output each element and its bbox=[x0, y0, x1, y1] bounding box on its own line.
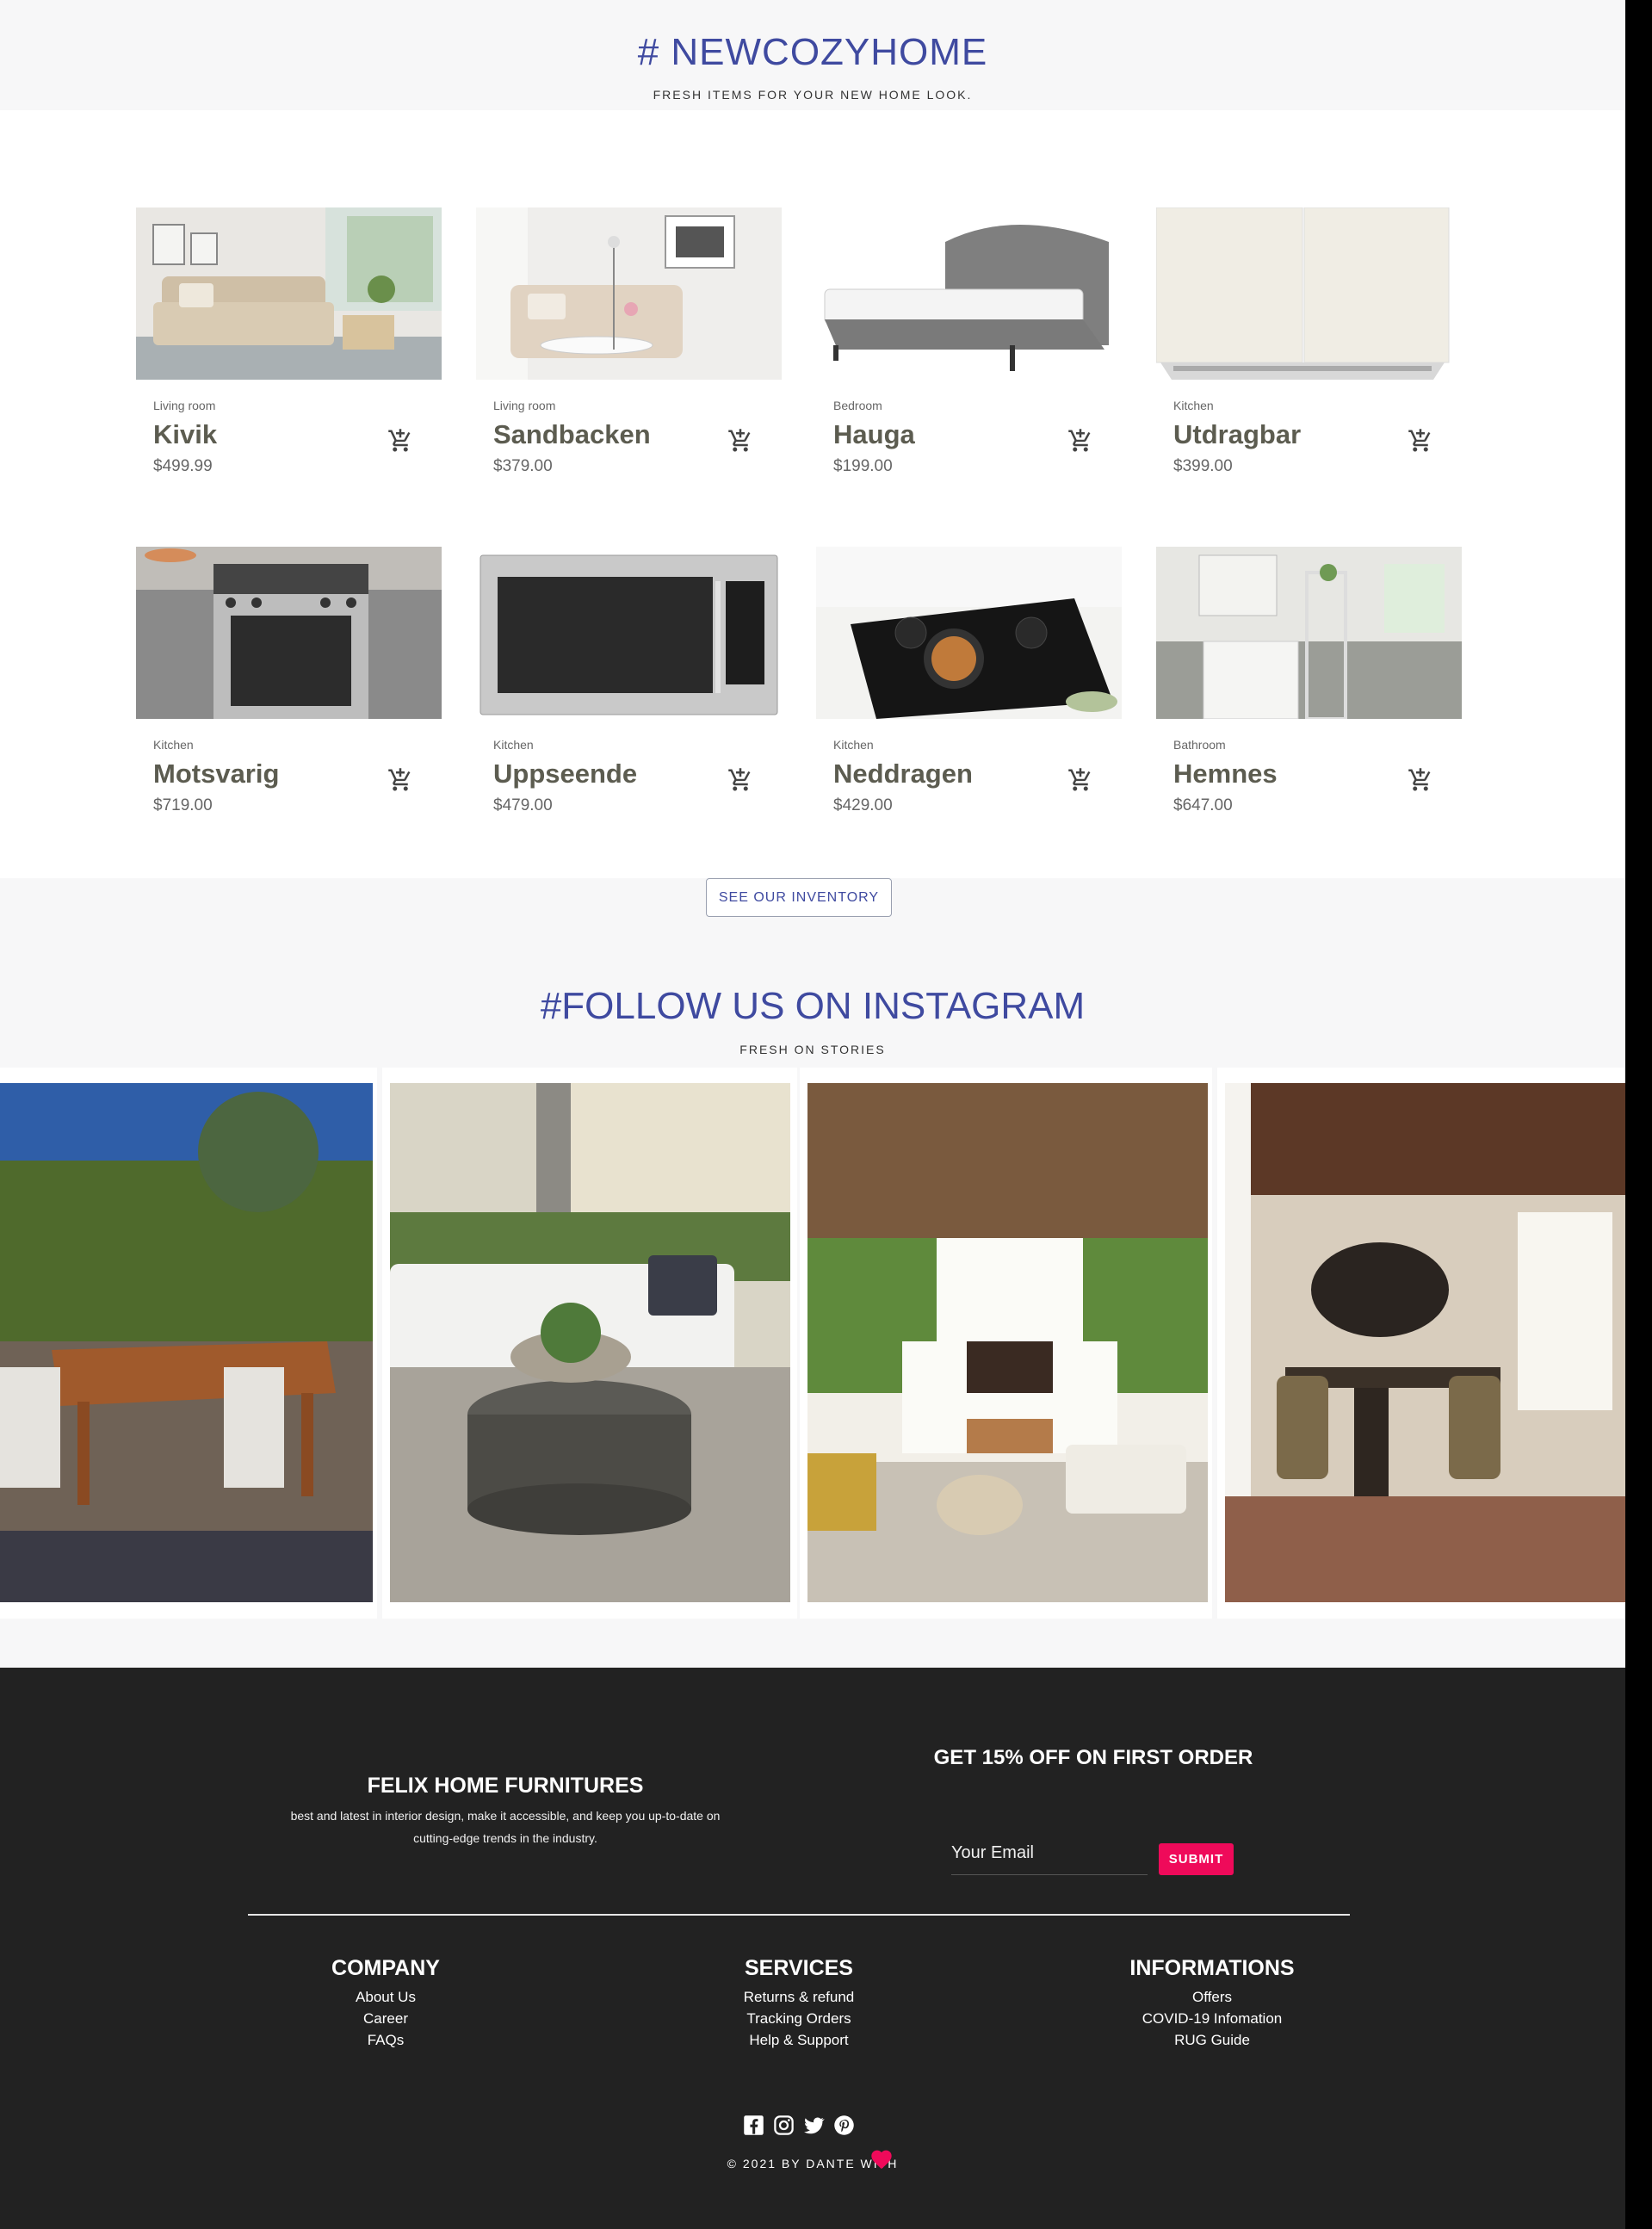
product-name[interactable]: Utdragbar bbox=[1173, 419, 1301, 450]
product-price: $647.00 bbox=[1173, 796, 1233, 814]
add-to-cart-icon[interactable] bbox=[1408, 428, 1433, 454]
product-card[interactable]: Kitchen Utdragbar $399.00 bbox=[1156, 207, 1462, 475]
product-card[interactable]: Kitchen Neddragen $429.00 bbox=[816, 547, 1122, 814]
instagram-title: #FOLLOW US ON INSTAGRAM bbox=[540, 985, 1086, 1027]
footer-link[interactable]: COVID-19 Infomation bbox=[1057, 2008, 1367, 2029]
footer-link[interactable]: Help & Support bbox=[644, 2029, 954, 2051]
email-field[interactable] bbox=[951, 1825, 1148, 1875]
footer-link[interactable]: Returns & refund bbox=[644, 1986, 954, 2008]
product-name[interactable]: Hauga bbox=[833, 419, 915, 450]
product-price: $399.00 bbox=[1173, 457, 1233, 475]
product-image-cooktop[interactable] bbox=[816, 547, 1122, 719]
product-image-gas-range[interactable] bbox=[136, 547, 442, 719]
hero-subtitle: FRESH ITEMS FOR YOUR NEW HOME LOOK. bbox=[653, 88, 973, 102]
product-image-range-hood[interactable] bbox=[1156, 207, 1462, 380]
instagram-image-outdoor-fireplace[interactable] bbox=[807, 1083, 1208, 1602]
instagram-icon[interactable] bbox=[772, 2114, 795, 2137]
product-category: Kitchen bbox=[833, 738, 874, 752]
product-card[interactable]: Kitchen Motsvarig $719.00 bbox=[136, 547, 442, 814]
footer-column-services: SERVICES Returns & refund Tracking Order… bbox=[644, 1956, 954, 2051]
product-price: $379.00 bbox=[493, 457, 553, 475]
product-image-sofa[interactable] bbox=[136, 207, 442, 380]
product-name[interactable]: Neddragen bbox=[833, 758, 973, 789]
submit-button[interactable]: SUBMIT bbox=[1159, 1843, 1234, 1875]
add-to-cart-icon[interactable] bbox=[387, 767, 413, 793]
footer bbox=[0, 1668, 1625, 2229]
newsletter-promo: GET 15% OFF ON FIRST ORDER bbox=[933, 1746, 1253, 1769]
footer-column-title: SERVICES bbox=[745, 1956, 853, 1980]
footer-link[interactable]: Offers bbox=[1057, 1986, 1367, 2008]
add-to-cart-icon[interactable] bbox=[1067, 428, 1093, 454]
scrollbar[interactable] bbox=[1625, 0, 1652, 2229]
instagram-image-outdoor-sofa[interactable] bbox=[390, 1083, 790, 1602]
product-category: Bathroom bbox=[1173, 738, 1226, 752]
product-card[interactable]: Bathroom Hemnes $647.00 bbox=[1156, 547, 1462, 814]
product-name[interactable]: Kivik bbox=[153, 419, 217, 450]
hero-section: # NEWCOZYHOME FRESH ITEMS FOR YOUR NEW H… bbox=[0, 0, 1625, 110]
heart-icon bbox=[871, 2150, 892, 2170]
product-image-microwave[interactable] bbox=[476, 547, 782, 719]
product-price: $479.00 bbox=[493, 796, 553, 814]
product-image-bathroom-vanity[interactable] bbox=[1156, 547, 1462, 719]
product-category: Kitchen bbox=[1173, 399, 1214, 412]
product-image-loveseat[interactable] bbox=[476, 207, 782, 380]
twitter-icon[interactable] bbox=[802, 2114, 826, 2137]
footer-column-title: INFORMATIONS bbox=[1129, 1956, 1295, 1980]
social-links bbox=[742, 2114, 856, 2139]
product-name[interactable]: Hemnes bbox=[1173, 758, 1278, 789]
product-card[interactable]: Living room Sandbacken $379.00 bbox=[476, 207, 782, 475]
footer-link[interactable]: About Us bbox=[231, 1986, 541, 2008]
footer-link[interactable]: FAQs bbox=[231, 2029, 541, 2051]
product-grid: Living room Kivik $499.99 Living room Sa… bbox=[0, 110, 1625, 878]
instagram-image-outdoor-dining[interactable] bbox=[0, 1083, 373, 1602]
product-card[interactable]: Living room Kivik $499.99 bbox=[136, 207, 442, 475]
add-to-cart-icon[interactable] bbox=[727, 428, 753, 454]
footer-description: best and latest in interior design, make… bbox=[290, 1809, 721, 1845]
footer-column-informations: INFORMATIONS Offers COVID-19 Infomation … bbox=[1057, 1956, 1367, 2051]
product-price: $719.00 bbox=[153, 796, 213, 814]
product-name[interactable]: Sandbacken bbox=[493, 419, 651, 450]
product-price: $429.00 bbox=[833, 796, 893, 814]
facebook-icon[interactable] bbox=[742, 2114, 765, 2137]
copyright-text: © 2021 BY DANTE WITH bbox=[727, 2157, 899, 2170]
add-to-cart-icon[interactable] bbox=[1067, 767, 1093, 793]
product-category: Bedroom bbox=[833, 399, 882, 412]
product-price: $499.99 bbox=[153, 457, 213, 475]
product-price: $199.00 bbox=[833, 457, 893, 475]
footer-divider bbox=[248, 1914, 1350, 1916]
product-category: Living room bbox=[493, 399, 556, 412]
product-card[interactable]: Kitchen Uppseende $479.00 bbox=[476, 547, 782, 814]
product-category: Kitchen bbox=[153, 738, 194, 752]
instagram-subtitle: FRESH ON STORIES bbox=[739, 1043, 886, 1056]
page: # NEWCOZYHOME FRESH ITEMS FOR YOUR NEW H… bbox=[0, 0, 1625, 2229]
instagram-image-rustic-dining[interactable] bbox=[1225, 1083, 1625, 1602]
product-category: Living room bbox=[153, 399, 216, 412]
add-to-cart-icon[interactable] bbox=[1408, 767, 1433, 793]
product-name[interactable]: Motsvarig bbox=[153, 758, 279, 789]
footer-brand: FELIX HOME FURNITURES bbox=[367, 1774, 644, 1798]
see-inventory-button[interactable]: SEE OUR INVENTORY bbox=[706, 878, 892, 917]
add-to-cart-icon[interactable] bbox=[387, 428, 413, 454]
footer-link[interactable]: RUG Guide bbox=[1057, 2029, 1367, 2051]
footer-column-title: COMPANY bbox=[331, 1956, 440, 1980]
hero-title: # NEWCOZYHOME bbox=[637, 31, 988, 73]
product-card[interactable]: Bedroom Hauga $199.00 bbox=[816, 207, 1122, 475]
footer-link[interactable]: Career bbox=[231, 2008, 541, 2029]
footer-column-company: COMPANY About Us Career FAQs bbox=[231, 1956, 541, 2051]
footer-link[interactable]: Tracking Orders bbox=[644, 2008, 954, 2029]
product-image-bed[interactable] bbox=[816, 207, 1122, 380]
product-category: Kitchen bbox=[493, 738, 534, 752]
pinterest-icon[interactable] bbox=[832, 2114, 856, 2137]
product-name[interactable]: Uppseende bbox=[493, 758, 637, 789]
add-to-cart-icon[interactable] bbox=[727, 767, 753, 793]
